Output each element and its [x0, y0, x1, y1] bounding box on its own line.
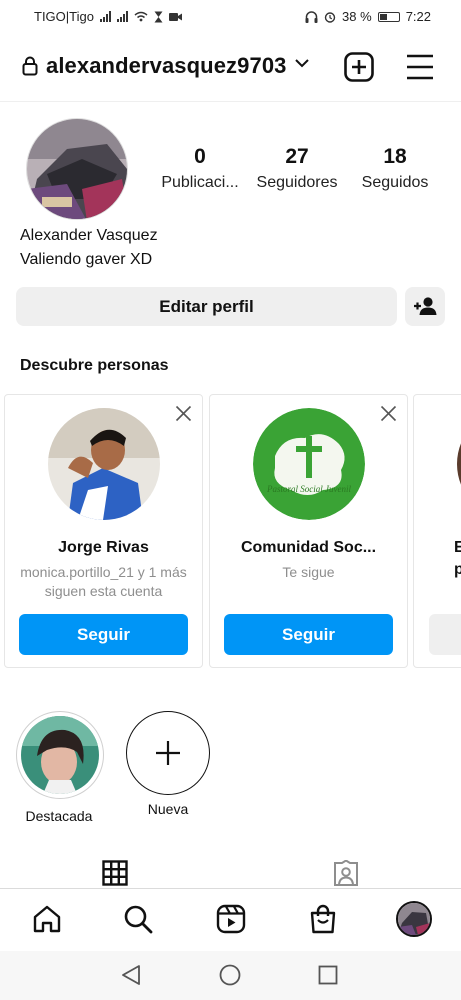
stat-following[interactable]: 18 Seguidos: [346, 145, 444, 192]
following-count: 18: [383, 145, 407, 168]
highlight-label: Nueva: [147, 801, 189, 817]
chevron-down-icon[interactable]: [294, 57, 310, 69]
back-icon[interactable]: [121, 964, 141, 986]
plus-icon: [156, 741, 180, 765]
suggestion-name[interactable]: Comunidad Soc...: [218, 539, 399, 557]
new-highlight[interactable]: Nueva: [125, 711, 211, 817]
suggestion-name[interactable]: E: [454, 539, 461, 557]
suggestion-name[interactable]: Jorge Rivas: [13, 539, 194, 557]
header-divider: [0, 101, 461, 102]
logo-text: Pastoral Social Juvenil: [266, 484, 351, 494]
suggestion-avatar[interactable]: [48, 408, 160, 520]
bottom-nav: [0, 889, 461, 951]
profile-bio: Valiendo gaver XD: [20, 251, 153, 268]
wifi-icon: [134, 11, 148, 22]
highlight-label: Destacada: [25, 808, 93, 824]
close-icon[interactable]: [380, 405, 397, 422]
edit-profile-button[interactable]: Editar perfil: [16, 287, 397, 326]
lock-icon: [22, 56, 38, 76]
recents-icon[interactable]: [318, 965, 338, 985]
profile-avatar[interactable]: [26, 118, 128, 220]
suggestion-card[interactable]: Pastoral Social Juvenil Comunidad Soc...…: [209, 394, 408, 668]
menu-icon[interactable]: [406, 54, 434, 80]
close-icon[interactable]: [175, 405, 192, 422]
signal-icon: [116, 11, 128, 22]
suggestion-subtitle: p: [454, 561, 461, 579]
profile-header: alexandervasquez9703: [0, 40, 461, 96]
follow-button[interactable]: [429, 614, 461, 655]
video-icon: [168, 12, 182, 21]
follow-button[interactable]: Seguir: [19, 614, 188, 655]
clock: 7:22: [405, 9, 431, 24]
reels-icon[interactable]: [216, 904, 246, 934]
suggestion-subtitle: Te sigue: [282, 564, 335, 580]
discover-title: Descubre personas: [20, 357, 169, 374]
suggestion-avatar[interactable]: Pastoral Social Juvenil: [253, 408, 365, 520]
stat-posts[interactable]: 0 Publicaci...: [151, 145, 249, 192]
home-circle-icon[interactable]: [219, 964, 241, 986]
alarm-icon: [324, 11, 336, 23]
signal-icon: [99, 11, 111, 22]
highlight-cover: [21, 716, 99, 794]
system-nav-bar: [0, 951, 461, 1000]
suggestion-subtitle: monica.portillo_21 y 1 más siguen esta c…: [20, 564, 187, 599]
posts-count: 0: [194, 145, 206, 168]
home-icon[interactable]: [32, 904, 62, 934]
highlight-item[interactable]: Destacada: [16, 711, 104, 824]
grid-icon[interactable]: [102, 860, 128, 886]
tagged-icon[interactable]: [332, 860, 360, 887]
profile-name: Alexander Vasquez: [20, 227, 158, 244]
username[interactable]: alexandervasquez9703: [46, 53, 287, 79]
headphones-icon: [305, 10, 318, 23]
following-label: Seguidos: [361, 174, 429, 191]
battery-percent: 38 %: [342, 9, 372, 24]
discover-people-button[interactable]: [405, 287, 445, 326]
suggestion-card[interactable]: E p: [413, 394, 461, 668]
suggestion-card[interactable]: Jorge Rivas monica.portillo_21 y 1 más s…: [4, 394, 203, 668]
shop-icon[interactable]: [309, 904, 337, 934]
suggestion-avatar[interactable]: [457, 408, 461, 520]
add-person-icon: [414, 297, 437, 315]
followers-count: 27: [285, 145, 309, 168]
battery-icon: [377, 11, 400, 22]
new-post-icon[interactable]: [344, 52, 374, 82]
hourglass-icon: [154, 11, 163, 22]
posts-label: Publicaci...: [161, 174, 239, 191]
search-icon[interactable]: [123, 904, 153, 934]
profile-tab-avatar[interactable]: [396, 901, 432, 937]
carrier-label: TIGO|Tigo: [34, 9, 94, 24]
status-bar: TIGO|Tigo 38 % 7:22: [0, 0, 461, 34]
stat-followers[interactable]: 27 Seguidores: [248, 145, 346, 192]
follow-button[interactable]: Seguir: [224, 614, 393, 655]
followers-label: Seguidores: [256, 174, 338, 191]
